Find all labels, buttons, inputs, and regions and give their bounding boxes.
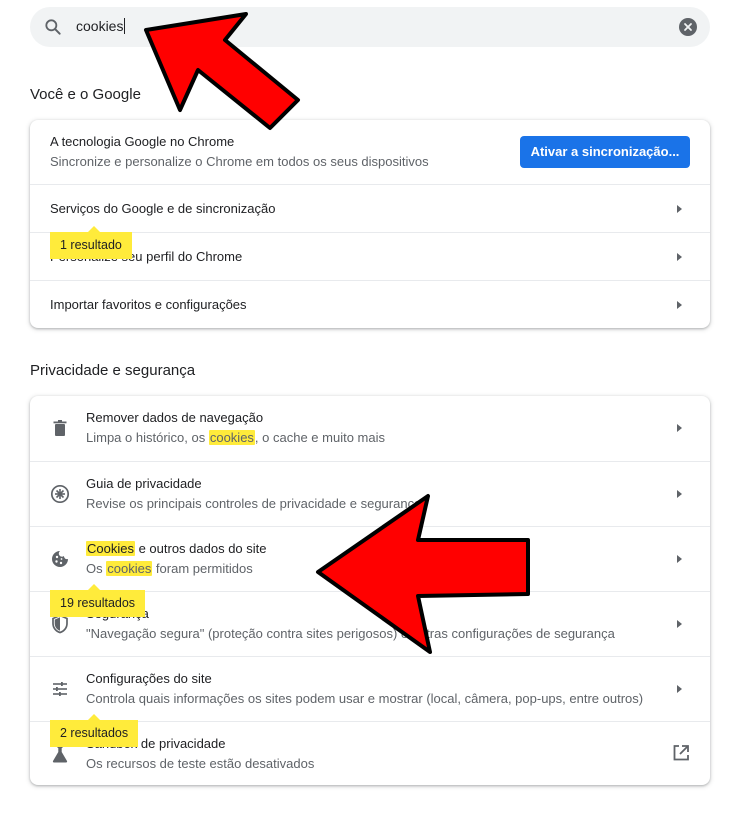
section-title-google: Você e o Google [30, 86, 141, 103]
row-privacy-guide[interactable]: Guia de privacidade Revise os principais… [30, 461, 710, 526]
subtitle-text: Limpa o histórico, os [86, 430, 209, 445]
clear-search-button[interactable] [679, 18, 697, 36]
text-caret [124, 18, 126, 34]
tune-icon [53, 682, 67, 696]
chevron-right-icon [677, 620, 682, 628]
row-title: A tecnologia Google no Chrome [50, 134, 235, 149]
open-in-new-icon [673, 745, 689, 761]
chevron-right-icon [677, 490, 682, 498]
row-title: Configurações do site [86, 671, 212, 686]
settings-search-bar[interactable]: cookies [30, 7, 710, 47]
row-sync: A tecnologia Google no Chrome Sincronize… [30, 120, 710, 184]
row-title: Serviços do Google e de sincronização [50, 201, 276, 216]
row-subtitle: Revise os principais controles de privac… [86, 496, 422, 511]
flask-icon [52, 746, 68, 763]
row-import-bookmarks[interactable]: Importar favoritos e configurações [30, 280, 710, 328]
row-customize-profile[interactable]: Personalize seu perfil do Chrome [30, 232, 710, 280]
title-text: e outros dados do site [134, 541, 267, 556]
search-result-bubble: 19 resultados [50, 584, 146, 617]
chevron-right-icon [677, 253, 682, 261]
row-subtitle: Os recursos de teste estão desativados [86, 756, 315, 771]
compass-icon [50, 484, 70, 504]
chevron-right-icon [677, 424, 682, 432]
row-site-settings[interactable]: Configurações do site Controla quais inf… [30, 656, 710, 721]
subtitle-text: Os [86, 561, 107, 576]
cookie-icon [52, 551, 68, 567]
search-value: cookies [76, 18, 124, 34]
search-result-bubble: 2 resultados [50, 714, 139, 747]
row-google-services[interactable]: Serviços do Google e de sincronização [30, 184, 710, 232]
row-subtitle: Sincronize e personalize o Chrome em tod… [50, 154, 429, 169]
row-title: Importar favoritos e configurações [50, 297, 247, 312]
trash-icon [53, 420, 67, 436]
row-title: Cookies e outros dados do site [86, 541, 267, 556]
chevron-right-icon [677, 685, 682, 693]
row-subtitle: Limpa o histórico, os cookies, o cache e… [86, 430, 385, 445]
section-title-privacy: Privacidade e segurança [30, 362, 196, 379]
chevron-right-icon [677, 205, 682, 213]
close-icon [684, 23, 692, 31]
chevron-right-icon [677, 301, 682, 309]
chevron-right-icon [677, 555, 682, 563]
row-subtitle: Os cookies foram permitidos [86, 561, 253, 576]
row-clear-browsing-data[interactable]: Remover dados de navegação Limpa o histó… [30, 396, 710, 461]
row-subtitle: Controla quais informações os sites pode… [86, 691, 644, 706]
shield-icon [52, 614, 68, 634]
row-title: Guia de privacidade [86, 476, 202, 491]
search-highlight: Cookies [86, 541, 135, 556]
search-input[interactable]: cookies [76, 18, 126, 34]
card-google: A tecnologia Google no Chrome Sincronize… [30, 120, 710, 328]
row-subtitle: "Navegação segura" (proteção contra site… [86, 626, 615, 641]
subtitle-text: foram permitidos [152, 561, 253, 576]
subtitle-text: , o cache e muito mais [254, 430, 385, 445]
search-result-bubble: 1 resultado [50, 226, 132, 259]
row-cookies[interactable]: Cookies e outros dados do site Os cookie… [30, 526, 710, 591]
row-title: Remover dados de navegação [86, 410, 264, 425]
enable-sync-button[interactable]: Ativar a sincronização... [520, 136, 690, 168]
search-highlight: cookies [208, 430, 255, 445]
search-icon [45, 19, 61, 35]
search-highlight: cookies [106, 561, 153, 576]
